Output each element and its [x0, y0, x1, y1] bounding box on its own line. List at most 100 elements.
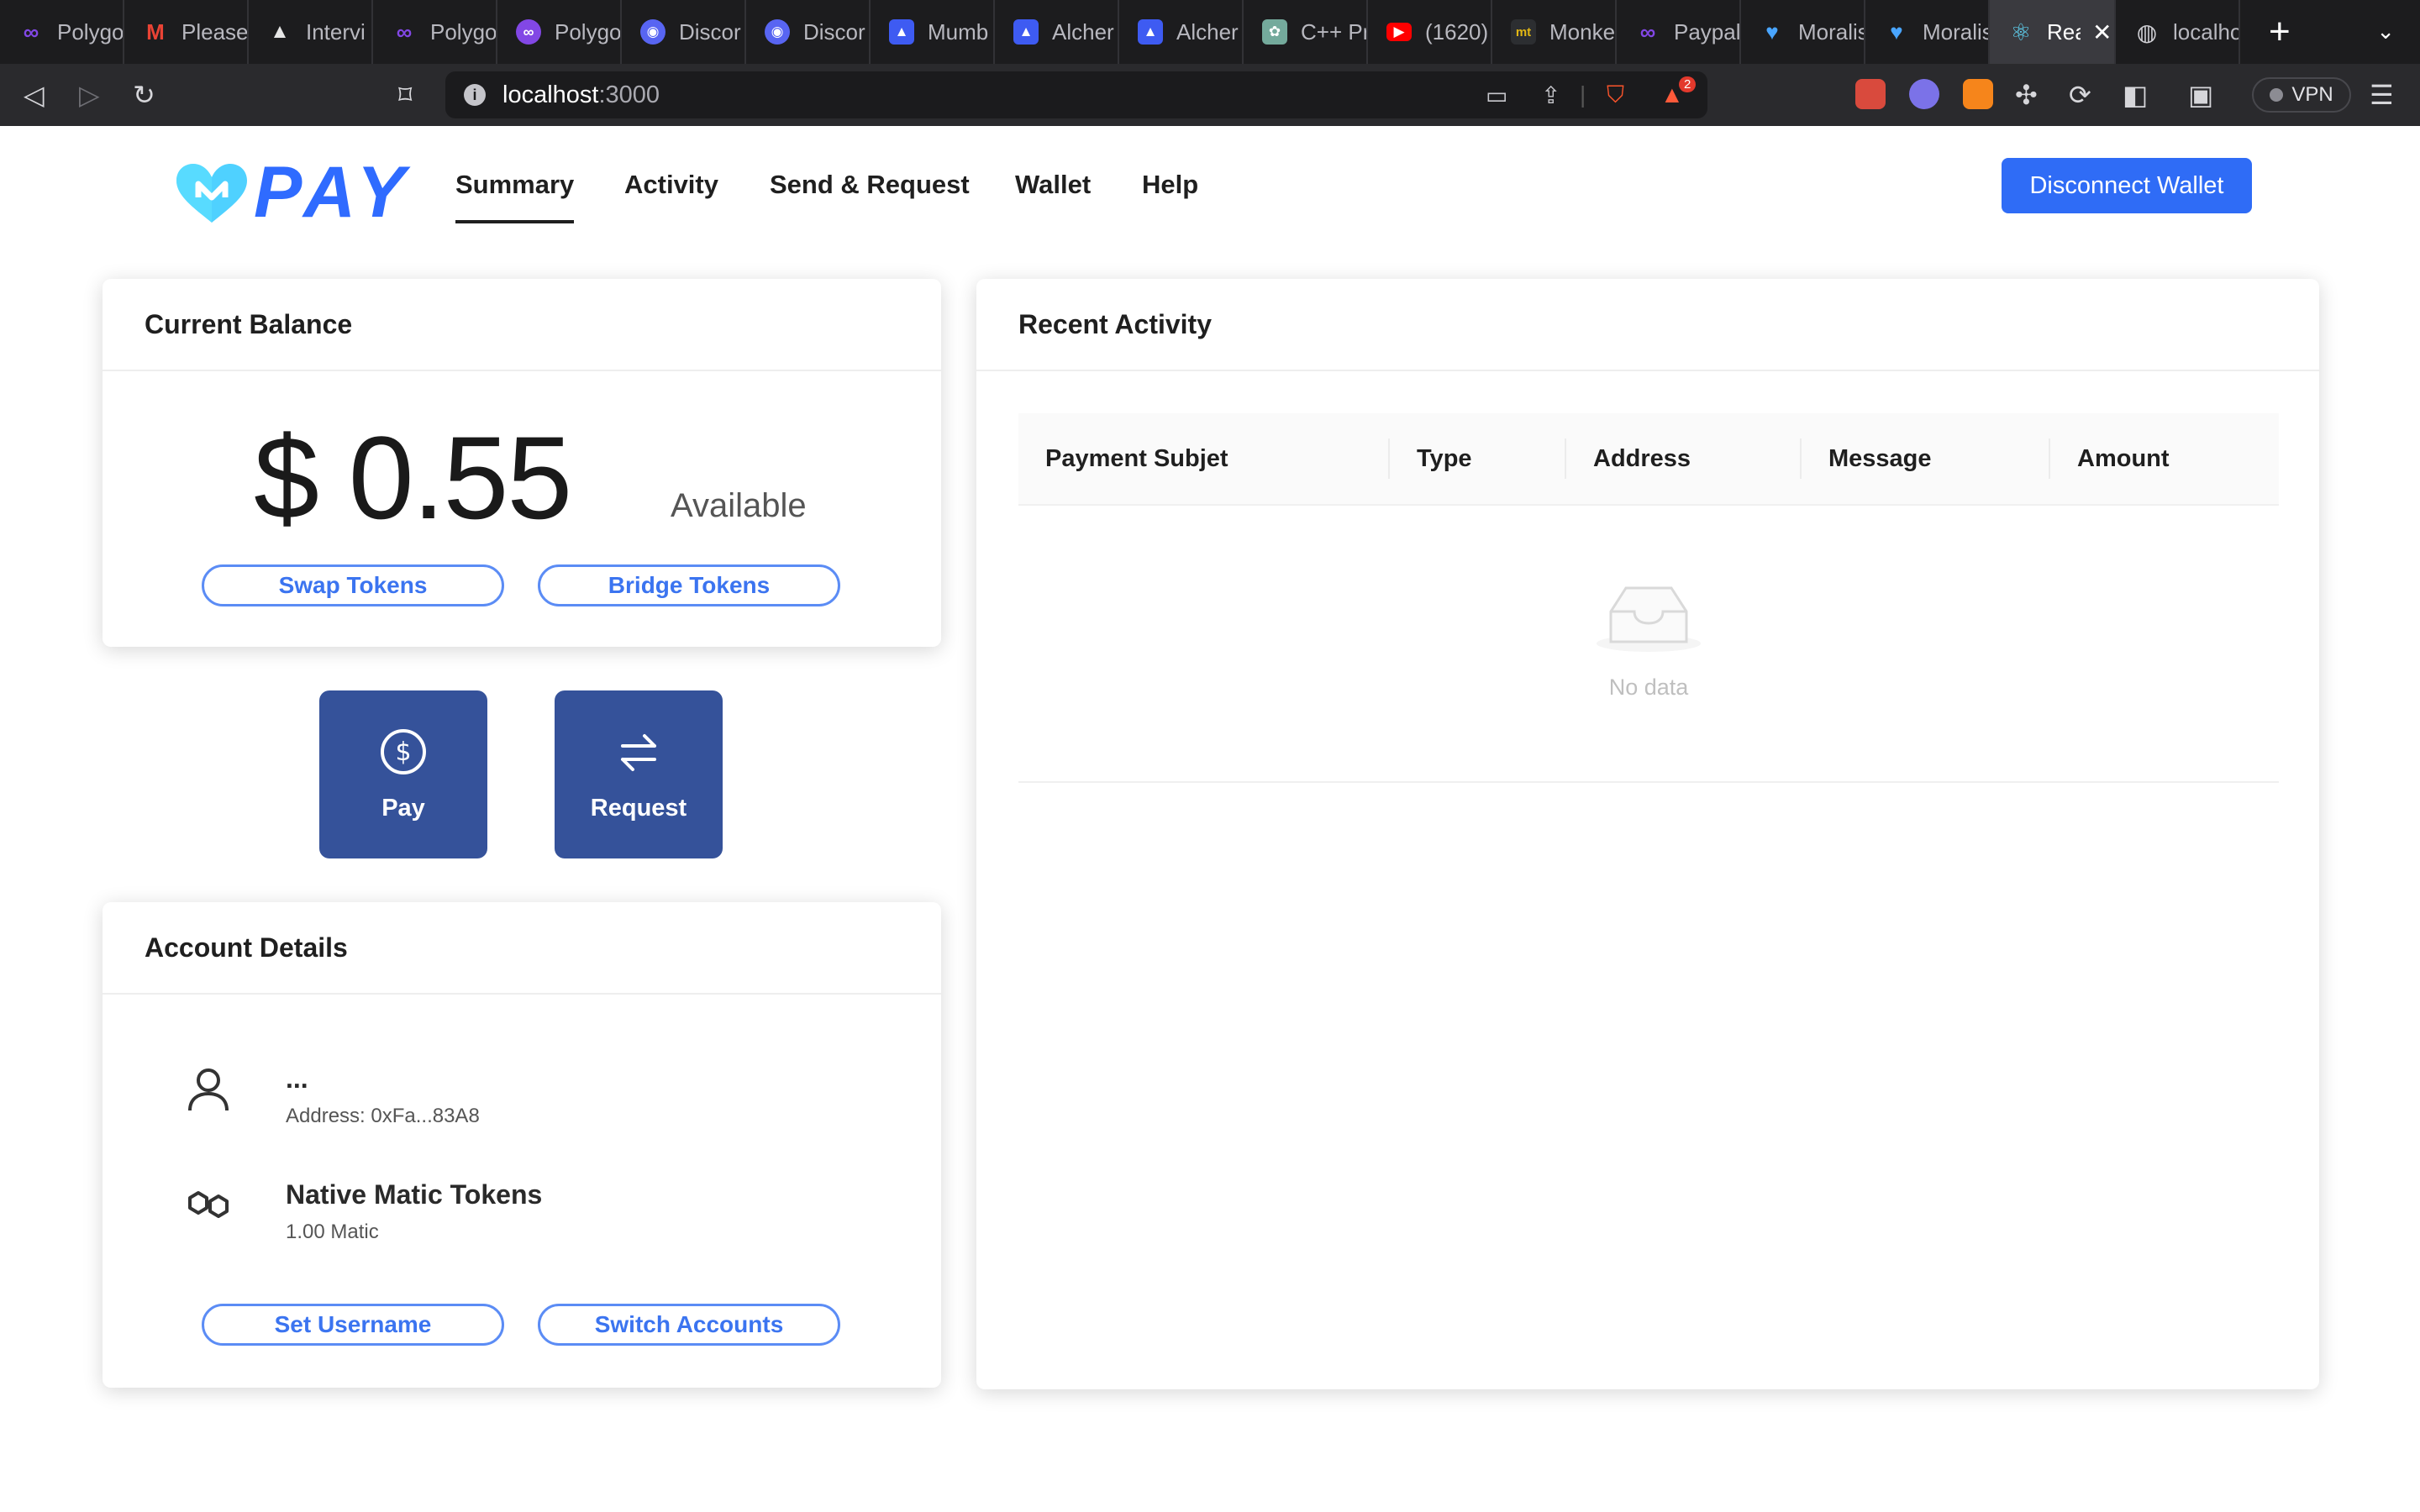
tab-discord-1[interactable]: ◉ Discor — [622, 0, 746, 64]
tab-youtube[interactable]: ▶ (1620) — [1368, 0, 1492, 64]
bridge-tokens-button[interactable]: Bridge Tokens — [538, 564, 840, 606]
moralis-icon: ♥ — [1890, 18, 1903, 45]
rewards-badge: 2 — [1679, 76, 1697, 92]
tab-polygon-3[interactable]: ∞ Polygo — [497, 0, 622, 64]
tab-alchemy-1[interactable]: ▲ Alcher — [995, 0, 1119, 64]
tab-paypal[interactable]: ∞ Paypal — [1617, 0, 1741, 64]
available-label: Available — [671, 487, 807, 524]
openai-icon: ✿ — [1262, 19, 1287, 45]
request-button[interactable]: Request — [555, 690, 723, 858]
wallet-icon[interactable]: ▣ — [2188, 79, 2213, 111]
app-logo[interactable]: PAY — [173, 151, 412, 234]
mountain-icon: ▲ — [270, 20, 290, 43]
alchemy-icon: ▲ — [889, 19, 914, 45]
tab-list-chevron-icon[interactable]: ⌄ — [2376, 18, 2395, 45]
column-message: Message — [1828, 445, 1932, 472]
tab-moralis-1[interactable]: ♥ Moralis — [1741, 0, 1865, 64]
pay-label: Pay — [381, 794, 425, 822]
tab-polygon-2[interactable]: ∞ Polygo — [373, 0, 497, 64]
no-data-text: No data — [1608, 675, 1689, 700]
cast-icon[interactable]: ▭ — [1486, 81, 1507, 109]
username-row: ... Address: 0xFa...83A8 — [183, 1063, 480, 1128]
token-name: Native Matic Tokens — [286, 1179, 543, 1210]
browser-tab-bar: ∞ Polygo M Please ▲ Intervi ∞ Polygo ∞ Polygo… — [0, 0, 2420, 64]
extensions-puzzle-icon[interactable]: ✣ — [2015, 79, 2038, 111]
tab-chatgpt[interactable]: ✿ C++ Pr — [1244, 0, 1368, 64]
tab-react-app-active[interactable]: ⚛Rea✕ — [1990, 0, 2116, 64]
url-text[interactable]: localhost:3000 — [502, 81, 660, 109]
leo-ai-icon[interactable]: ⟳ — [2069, 79, 2091, 111]
share-icon[interactable]: ⇪ — [1541, 81, 1560, 109]
close-tab-icon[interactable]: ✕ — [2092, 18, 2112, 46]
column-amount: Amount — [2077, 445, 2170, 472]
divider: | — [1580, 81, 1586, 108]
extension-icon[interactable] — [1855, 79, 1886, 109]
vpn-status-icon — [2270, 88, 2284, 102]
nav-help[interactable]: Help — [1142, 170, 1198, 200]
wallet-address: Address: 0xFa...83A8 — [286, 1105, 480, 1127]
youtube-icon: ▶ — [1386, 23, 1412, 41]
recent-activity-card: Recent Activity Payment Subjet Type Addr… — [976, 279, 2319, 1389]
tab-alchemy-2[interactable]: ▲ Alcher — [1119, 0, 1244, 64]
polygon-icon: ∞ — [516, 19, 541, 45]
address-bar[interactable]: i localhost:3000 ▭ ⇪ | ⛉ ▲ 2 — [445, 71, 1707, 118]
swap-tokens-button[interactable]: Swap Tokens — [202, 564, 504, 606]
disconnect-wallet-button[interactable]: Disconnect Wallet — [2002, 158, 2252, 213]
tab-localhost[interactable]: ◍ localho — [2116, 0, 2240, 64]
gmail-icon: M — [146, 18, 165, 45]
tab-gmail[interactable]: M Please — [124, 0, 249, 64]
nav-wallet[interactable]: Wallet — [1015, 170, 1091, 200]
browser-toolbar: ◁ ▷ ↻ ⌑ i localhost:3000 ▭ ⇪ | ⛉ ▲ 2 ✣ ⟳… — [0, 64, 2420, 126]
balance-amount: $ 0.55 — [254, 412, 572, 543]
discord-icon: ◉ — [640, 19, 666, 45]
card-title: Recent Activity — [976, 279, 2319, 371]
empty-inbox-icon — [1597, 586, 1701, 652]
polygon-icon: ∞ — [1639, 18, 1656, 45]
column-divider — [1565, 438, 1566, 479]
user-icon — [188, 1068, 229, 1111]
table-bottom-border — [1018, 781, 2279, 783]
vpn-button[interactable]: VPN — [2252, 77, 2351, 113]
site-info-icon[interactable]: i — [464, 84, 486, 106]
set-username-button[interactable]: Set Username — [202, 1304, 504, 1346]
alchemy-icon: ▲ — [1138, 19, 1163, 45]
svg-text:$: $ — [395, 738, 411, 767]
tab-interview[interactable]: ▲ Intervi — [249, 0, 373, 64]
pay-button[interactable]: $ Pay — [319, 690, 487, 858]
polygon-icon: ∞ — [396, 18, 413, 45]
tab-polygon-1[interactable]: ∞ Polygo — [0, 0, 124, 64]
react-icon: ⚛ — [2010, 18, 2032, 45]
current-balance-card: Current Balance $ 0.55 Available Swap To… — [103, 279, 941, 647]
reload-icon[interactable]: ↻ — [133, 79, 155, 111]
nav-summary[interactable]: Summary — [455, 170, 575, 223]
nav-activity[interactable]: Activity — [624, 170, 718, 200]
moralis-icon: ♥ — [1765, 18, 1779, 45]
polygon-matic-icon — [188, 1191, 229, 1218]
phantom-wallet-icon[interactable] — [1909, 79, 1939, 109]
request-label: Request — [590, 794, 687, 822]
switch-accounts-button[interactable]: Switch Accounts — [538, 1304, 840, 1346]
brave-shields-icon[interactable]: ⛉ — [1607, 81, 1624, 109]
sidebar-icon[interactable]: ◧ — [2123, 79, 2148, 111]
account-details-card: Account Details ... Address: 0xFa...83A8… — [103, 902, 941, 1388]
nav-send-request[interactable]: Send & Request — [770, 170, 970, 200]
menu-hamburger-icon[interactable]: ☰ — [2370, 79, 2394, 111]
metamask-icon[interactable] — [1963, 79, 1993, 109]
bookmark-icon[interactable]: ⌑ — [398, 79, 412, 111]
alchemy-icon: ▲ — [1013, 19, 1039, 45]
dollar-circle-icon: $ — [381, 728, 426, 774]
forward-icon[interactable]: ▷ — [79, 79, 100, 111]
token-amount: 1.00 Matic — [286, 1221, 379, 1243]
tab-moralis-2[interactable]: ♥ Moralis — [1865, 0, 1990, 64]
column-payment-subject: Payment Subjet — [1045, 445, 1228, 472]
column-address: Address — [1593, 445, 1691, 472]
back-icon[interactable]: ◁ — [24, 79, 45, 111]
globe-icon: ◍ — [2136, 18, 2158, 45]
tab-monkeytype[interactable]: mt Monke — [1492, 0, 1617, 64]
polygon-icon: ∞ — [23, 18, 39, 45]
card-title: Current Balance — [103, 279, 941, 371]
tab-discord-2[interactable]: ◉ Discor — [746, 0, 871, 64]
new-tab-button[interactable]: + — [2269, 11, 2291, 53]
tab-mumbai[interactable]: ▲ Mumb — [871, 0, 995, 64]
username-text: ... — [286, 1063, 308, 1094]
